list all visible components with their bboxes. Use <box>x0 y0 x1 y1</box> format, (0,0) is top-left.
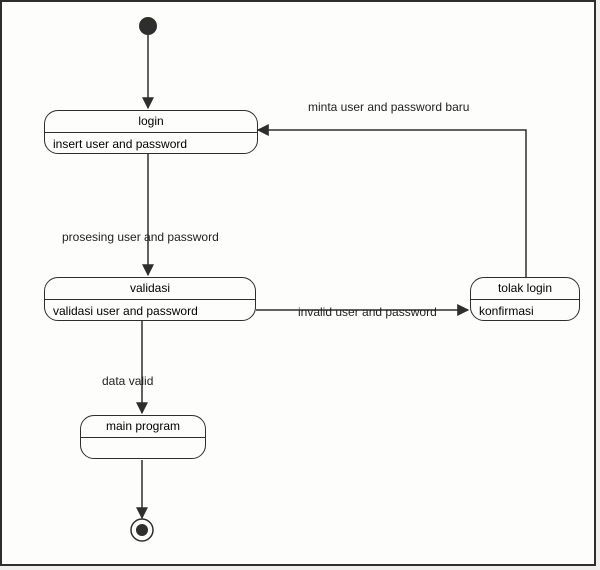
state-main: main program <box>80 415 206 459</box>
label-invalid: invalid user and password <box>298 305 437 319</box>
state-tolak-title: tolak login <box>471 278 579 300</box>
state-login: login insert user and password <box>44 110 258 154</box>
edge-tolak-login <box>258 130 526 277</box>
label-minta: minta user and password baru <box>308 100 469 114</box>
label-data-valid: data valid <box>102 374 153 388</box>
state-validasi: validasi validasi user and password <box>44 277 256 321</box>
label-processing: prosesing user and password <box>62 230 219 244</box>
initial-node <box>139 17 157 35</box>
state-login-title: login <box>45 111 257 133</box>
final-node-dot <box>136 524 148 536</box>
state-tolak-body: konfirmasi <box>471 300 579 321</box>
activity-diagram-frame: login insert user and password validasi … <box>0 0 596 566</box>
state-login-body: insert user and password <box>45 133 257 154</box>
state-validasi-body: validasi user and password <box>45 300 255 321</box>
state-main-title: main program <box>81 416 205 438</box>
state-main-body <box>81 438 205 448</box>
state-validasi-title: validasi <box>45 278 255 300</box>
state-tolak: tolak login konfirmasi <box>470 277 580 321</box>
